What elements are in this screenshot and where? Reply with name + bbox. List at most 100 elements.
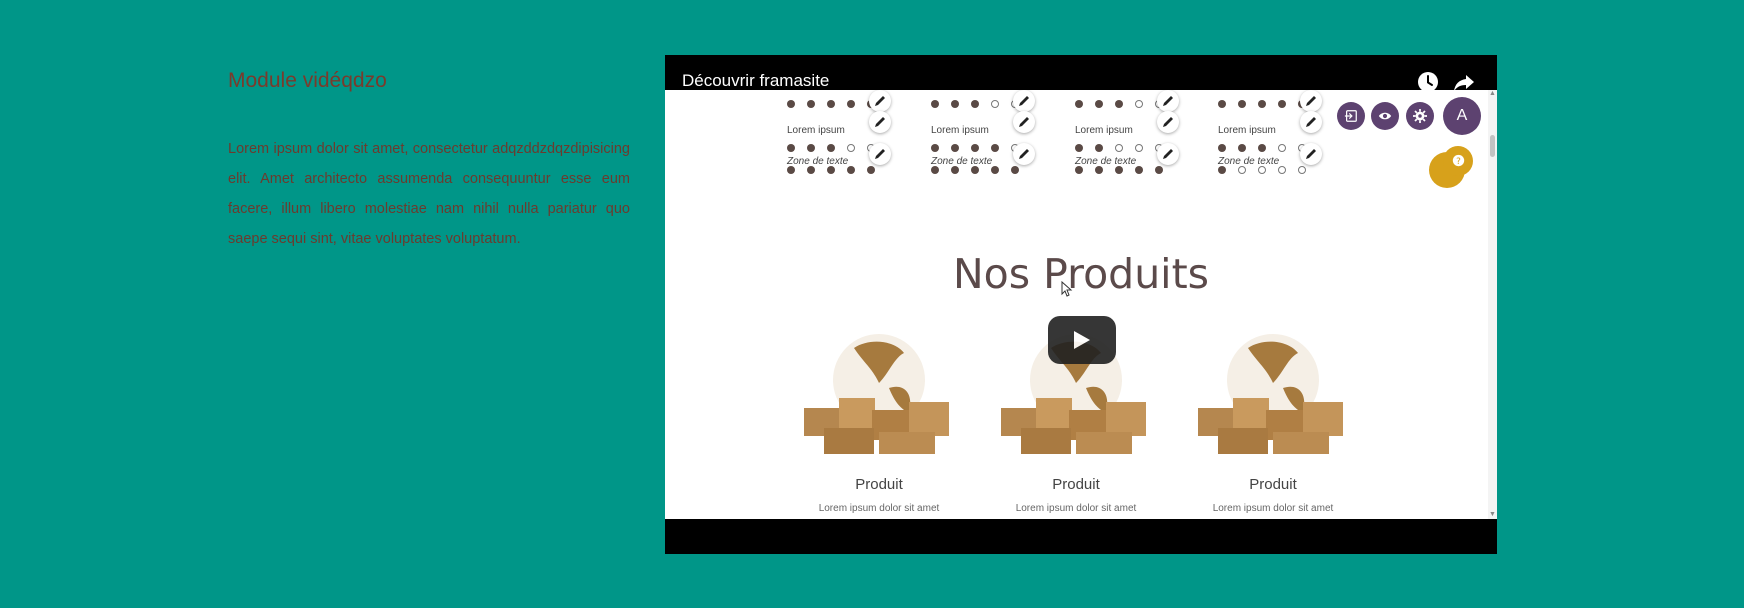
zone-label: Zone de texte [1075,156,1137,167]
rating-dot-filled [971,166,979,174]
rating-dot-filled [1011,166,1019,174]
rating-label: Lorem ipsum [1075,125,1133,136]
rating-column: Lorem ipsum Zone de texte [1218,90,1322,190]
rating-dot-empty [1135,100,1143,108]
globe-boxes-icon [794,328,964,458]
rating-dot-filled [971,144,979,152]
rating-row [1218,144,1306,154]
rating-dot-filled [867,166,875,174]
rating-dot-empty [1135,144,1143,152]
rating-dot-filled [931,144,939,152]
rating-dot-filled [991,166,999,174]
rating-row [931,100,1019,110]
rating-column: Lorem ipsum Zone de texte [787,90,891,190]
rating-dot-empty [1278,166,1286,174]
scroll-thumb[interactable] [1490,135,1495,157]
rating-dot-filled [787,166,795,174]
preview-scrollbar[interactable]: ▲ ▼ [1488,90,1497,519]
scroll-down-icon[interactable]: ▼ [1489,511,1496,518]
product-desc: Lorem ipsum dolor sit amet [818,503,940,514]
rating-row [1075,100,1163,110]
video-title[interactable]: Découvrir framasite [682,71,829,91]
login-icon [1337,102,1365,130]
rating-dot-filled [991,144,999,152]
pencil-icon [869,111,891,133]
product-desc: Lorem ipsum dolor sit amet [1212,503,1334,514]
rating-dot-empty [1115,144,1123,152]
pencil-icon [1013,90,1035,112]
product-card: Produit Lorem ipsum dolor sit amet [1188,328,1358,514]
rating-dot-filled [1075,100,1083,108]
rating-dot-empty [1298,166,1306,174]
cursor-icon [1061,281,1073,297]
products-title: Nos Produits [952,250,1210,298]
pencil-icon [1300,90,1322,112]
question-icon: ? [1443,146,1473,176]
rating-dot-filled [807,166,815,174]
rating-row [931,144,1019,154]
rating-dot-filled [1238,100,1246,108]
rating-dot-filled [827,100,835,108]
rating-dot-filled [951,166,959,174]
pencil-icon [1013,143,1035,165]
rating-dot-filled [1278,100,1286,108]
rating-dot-filled [807,144,815,152]
svg-text:?: ? [1456,157,1461,167]
pencil-icon [1157,143,1179,165]
video-player[interactable]: Découvrir framasite Lorem ipsum Zone de t… [665,55,1497,554]
pencil-icon [1013,111,1035,133]
rating-dot-filled [931,166,939,174]
zone-label: Zone de texte [931,156,993,167]
module-description: Lorem ipsum dolor sit amet, consectetur … [228,141,630,247]
rating-row [1075,144,1163,154]
rating-dot-filled [951,144,959,152]
rating-dot-filled [1095,144,1103,152]
rating-label: Lorem ipsum [1218,125,1276,136]
play-icon[interactable] [1048,316,1116,364]
rating-label: Lorem ipsum [931,125,989,136]
rating-row [787,144,875,154]
rating-dot-filled [971,100,979,108]
rating-dot-empty [1238,166,1246,174]
rating-dot-filled [1218,100,1226,108]
pencil-icon [1300,111,1322,133]
module-title: Module vidéqdzo [228,69,387,92]
product-name: Produit [1052,476,1100,493]
rating-dot-empty [991,100,999,108]
video-frame: Lorem ipsum Zone de texte Lorem ipsum Zone … [665,90,1497,519]
rating-dot-filled [1218,166,1226,174]
rating-dot-filled [1258,100,1266,108]
eye-icon [1371,102,1399,130]
rating-dot-empty [847,144,855,152]
rating-dot-filled [1095,166,1103,174]
video-title-bar: Découvrir framasite [665,55,1497,92]
rating-row [1218,166,1306,176]
product-desc: Lorem ipsum dolor sit amet [1015,503,1137,514]
module-text-column: Module vidéqdzo Lorem ipsum dolor sit am… [228,66,630,254]
rating-row [931,166,1019,176]
rating-dot-empty [1278,144,1286,152]
pencil-icon [869,143,891,165]
rating-dot-filled [931,100,939,108]
product-card: Produit Lorem ipsum dolor sit amet [794,328,964,514]
rating-label: Lorem ipsum [787,125,845,136]
rating-dot-filled [787,100,795,108]
product-name: Produit [1249,476,1297,493]
gear-icon [1406,102,1434,130]
rating-dot-filled [807,100,815,108]
rating-dot-filled [827,166,835,174]
globe-boxes-icon [1188,328,1358,458]
rating-dot-filled [787,144,795,152]
scroll-up-icon[interactable]: ▲ [1489,90,1496,97]
pencil-icon [1157,111,1179,133]
rating-dot-filled [847,166,855,174]
rating-dot-filled [847,100,855,108]
pencil-icon [869,90,891,112]
rating-dot-filled [827,144,835,152]
rating-dot-filled [1115,100,1123,108]
rating-dot-filled [1218,144,1226,152]
rating-row [1075,166,1163,176]
video-bottom-bar [665,519,1497,554]
rating-dot-filled [1238,144,1246,152]
rating-row [1218,100,1306,110]
